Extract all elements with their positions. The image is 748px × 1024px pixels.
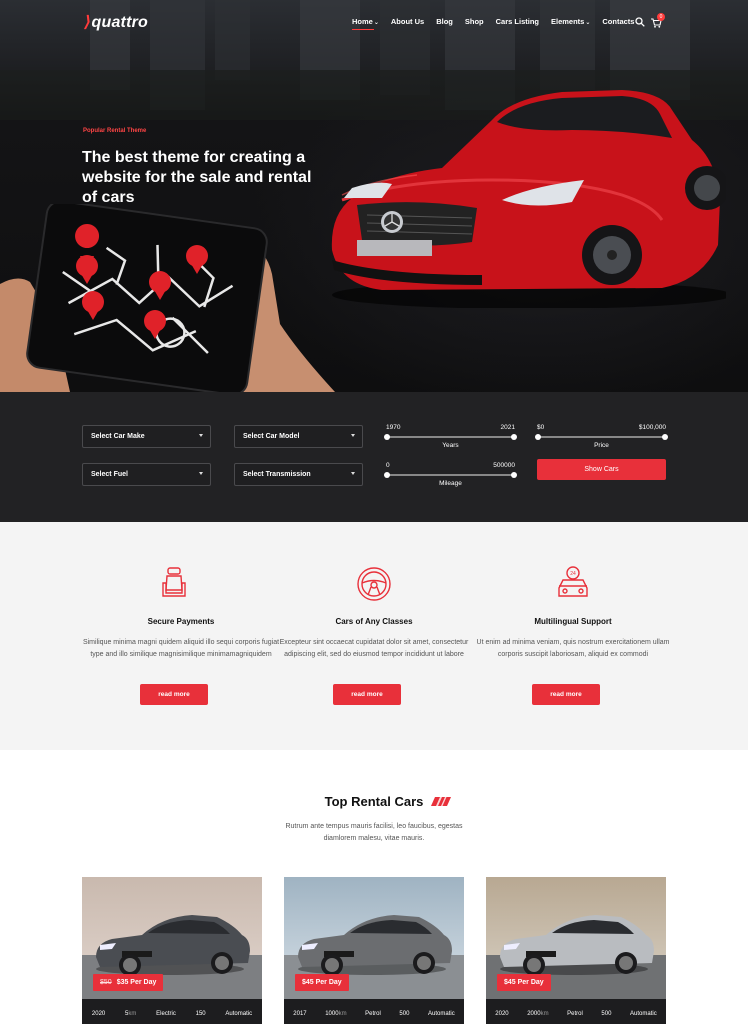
spec-transmission: Automatic xyxy=(225,1011,253,1017)
range-handle-min[interactable] xyxy=(384,471,390,478)
show-cars-button[interactable]: Show Cars xyxy=(537,459,666,480)
car-card[interactable]: $50 $35 Per Day 2020 5km Electric 150 Aut… xyxy=(82,877,262,1024)
top-navigation: ⟩quattro Home⌄ About Us Blog Shop Cars Listi… xyxy=(0,0,748,44)
nav-item-about-us[interactable]: About Us xyxy=(391,17,424,26)
spec-power: 150 xyxy=(195,1011,206,1017)
price-label: Price xyxy=(594,442,609,449)
mileage-range-slider[interactable]: 0 500000 Mileage xyxy=(384,462,517,492)
range-handle-min[interactable] xyxy=(535,433,541,440)
range-handle-min[interactable] xyxy=(384,433,390,440)
price-range-slider[interactable]: $0 $100,000 Price xyxy=(535,424,668,454)
features-section: Secure Payments Similique minima magni q… xyxy=(0,522,748,750)
years-range-slider[interactable]: 1970 2021 Years xyxy=(384,424,517,454)
svg-text:24: 24 xyxy=(570,571,576,577)
nav-item-shop[interactable]: Shop xyxy=(465,17,484,26)
mileage-label: Mileage xyxy=(439,480,462,487)
car-specs: 2020 5km Electric 150 Automatic xyxy=(82,1004,262,1024)
car-card[interactable]: $45 Per Day 2020 2000km Petrol 500 Autom… xyxy=(486,877,666,1024)
red-car-image xyxy=(331,90,726,308)
spec-fuel: Petrol xyxy=(567,1011,583,1017)
read-more-button[interactable]: read more xyxy=(140,684,208,705)
quattro-logo[interactable]: ⟩quattro xyxy=(84,12,148,32)
spec-transmission: Automatic xyxy=(630,1011,657,1017)
car-24h-icon: 24 xyxy=(558,566,588,597)
hero-headline: The best theme for creating a website fo… xyxy=(82,149,312,206)
car-make-select[interactable]: Select Car Make xyxy=(82,425,211,448)
tablet-map-image xyxy=(0,204,335,392)
nav-item-blog[interactable]: Blog xyxy=(436,17,453,26)
hero-section: ⟩quattro Home⌄ About Us Blog Shop Cars Listi… xyxy=(0,0,748,392)
hero-eyebrow: Popular Rental Theme xyxy=(83,128,147,134)
range-handle-max[interactable] xyxy=(511,471,517,478)
spec-fuel: Petrol xyxy=(365,1011,381,1017)
spec-year: 2020 xyxy=(495,1011,509,1017)
car-seat-icon xyxy=(162,567,186,597)
nav-item-cars-listing[interactable]: Cars Listing xyxy=(496,17,539,26)
chevron-down-icon xyxy=(351,472,355,475)
transmission-select[interactable]: Select Transmission xyxy=(234,463,363,486)
main-menu: Home⌄ About Us Blog Shop Cars Listing Element… xyxy=(352,17,646,30)
car-specs: 2017 1000km Petrol 500 Automatic xyxy=(284,1004,464,1024)
spec-year: 2017 xyxy=(293,1011,307,1017)
chevron-down-icon: ⌄ xyxy=(585,20,591,26)
cart-count-badge: 0 xyxy=(657,13,665,21)
range-handle-max[interactable] xyxy=(511,433,517,440)
car-search-filter: Select Car Make Select Car Model Select … xyxy=(0,392,748,522)
spec-mileage: 2000km xyxy=(527,1011,549,1017)
nav-item-contacts[interactable]: Contacts xyxy=(602,17,634,26)
steering-wheel-icon xyxy=(357,567,391,601)
section-title: Top Rental Cars xyxy=(324,794,424,809)
nav-item-home[interactable]: Home⌄ xyxy=(352,17,379,30)
price-tag: $45 Per Day xyxy=(497,974,551,991)
price-tag: $45 Per Day xyxy=(295,974,349,991)
spec-mileage: 5km xyxy=(125,1011,137,1017)
car-specs: 2020 2000km Petrol 500 Automatic xyxy=(486,1004,666,1024)
nav-item-elements[interactable]: Elements⌄ xyxy=(551,17,590,26)
chevron-down-icon xyxy=(199,472,203,475)
read-more-button[interactable]: read more xyxy=(532,684,600,705)
section-subtitle: Rutrum ante tempus mauris facilisi, leo … xyxy=(285,823,463,842)
search-icon[interactable] xyxy=(635,17,645,27)
car-card[interactable]: $45 Per Day 2017 1000km Petrol 500 Autom… xyxy=(284,877,464,1024)
chevron-down-icon xyxy=(199,434,203,437)
spec-power: 500 xyxy=(601,1011,612,1017)
red-stripes-decoration xyxy=(431,797,451,806)
spec-transmission: Automatic xyxy=(428,1011,455,1017)
range-handle-max[interactable] xyxy=(662,433,668,440)
spec-power: 500 xyxy=(399,1011,410,1017)
read-more-button[interactable]: read more xyxy=(333,684,401,705)
price-tag: $50 $35 Per Day xyxy=(93,974,164,991)
fuel-select[interactable]: Select Fuel xyxy=(82,463,211,486)
car-model-select[interactable]: Select Car Model xyxy=(234,425,363,448)
chevron-down-icon xyxy=(351,434,355,437)
spec-mileage: 1000km xyxy=(325,1011,347,1017)
chevron-down-icon: ⌄ xyxy=(373,20,379,26)
spec-fuel: Electric xyxy=(156,1011,176,1017)
spec-year: 2020 xyxy=(91,1011,106,1017)
years-label: Years xyxy=(442,442,459,449)
